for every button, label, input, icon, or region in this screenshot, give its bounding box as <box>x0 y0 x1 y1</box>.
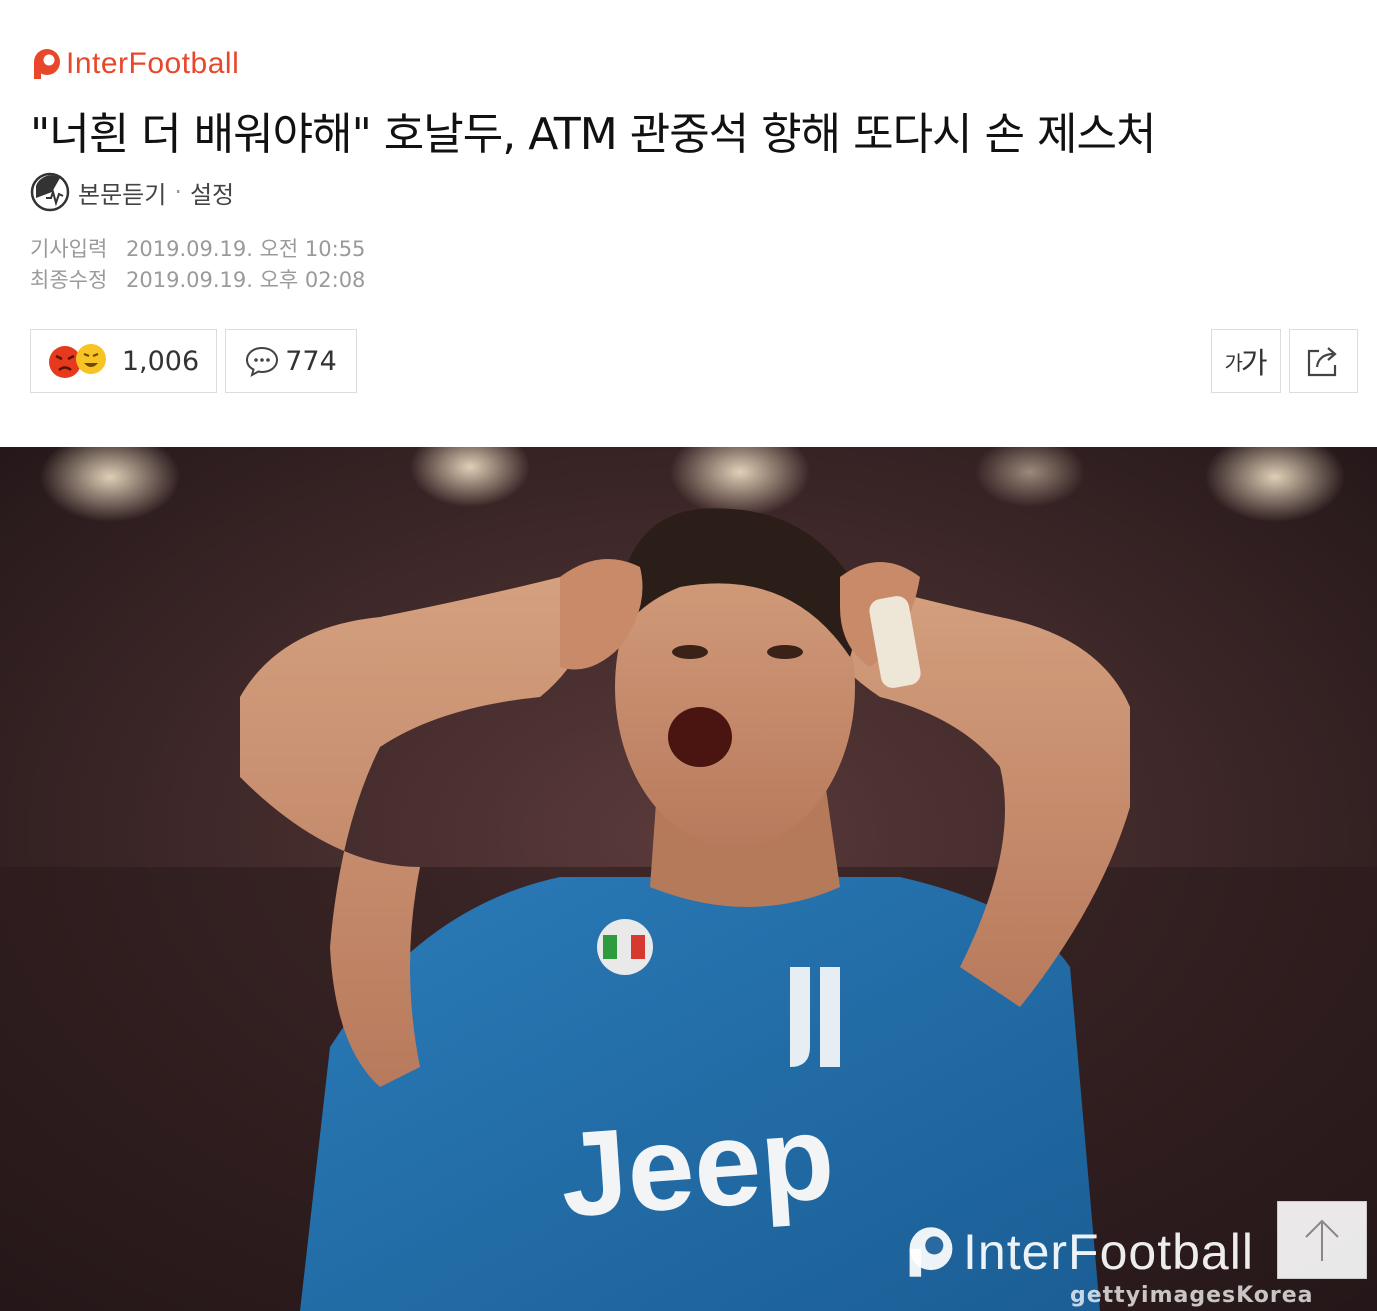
photo-illustration: Jeep <box>0 447 1377 1311</box>
brand-name: InterFootball <box>66 47 240 80</box>
modified-row: 최종수정 2019.09.19. 오후 02:08 <box>30 265 365 296</box>
reaction-count: 1,006 <box>121 345 200 377</box>
tts-separator: · <box>174 178 182 206</box>
photo-watermark: InterFootball <box>903 1223 1254 1281</box>
article-headline: "너흰 더 배워야해" 호날두, ATM 관중석 향해 또다시 손 제스처 <box>30 109 1156 160</box>
photo-credit: gettyimagesKorea <box>1070 1283 1314 1308</box>
published-row: 기사입력 2019.09.19. 오전 10:55 <box>30 234 365 265</box>
share-icon <box>1307 347 1337 377</box>
angry-face-icon <box>48 346 81 378</box>
interfootball-logo-icon <box>34 49 60 79</box>
reaction-emoji-icons <box>48 344 106 378</box>
tts-bar: 본문듣기 · 설정 <box>30 172 234 212</box>
article-photo: Jeep InterFootball gettyimagesKorea <box>0 447 1377 1311</box>
share-button[interactable] <box>1289 329 1358 393</box>
comment-count: 774 <box>285 345 337 377</box>
scroll-to-top-button[interactable] <box>1277 1201 1367 1279</box>
tts-settings-button[interactable]: 설정 <box>190 175 234 210</box>
watermark-logo-icon <box>909 1227 953 1277</box>
font-big-glyph: 가 <box>1240 346 1268 380</box>
published-label: 기사입력 <box>30 237 108 261</box>
font-size-button[interactable]: 가가 <box>1211 329 1281 393</box>
modified-label: 최종수정 <box>30 268 108 292</box>
brand-logo[interactable]: InterFootball <box>30 44 239 84</box>
comment-bubble-icon <box>246 346 279 377</box>
listen-icon[interactable] <box>30 172 70 212</box>
watermark-text: InterFootball <box>963 1224 1254 1280</box>
laughing-face-icon <box>75 344 106 374</box>
arrow-up-icon <box>1305 1219 1339 1261</box>
tts-listen-button[interactable]: 본문듣기 <box>78 175 166 210</box>
reaction-button[interactable]: 1,006 <box>30 329 217 393</box>
modified-date: 2019.09.19. 오후 02:08 <box>126 268 366 292</box>
article-header: InterFootball "너흰 더 배워야해" 호날두, ATM 관중석 향… <box>0 0 1377 447</box>
comment-button[interactable]: 774 <box>225 329 357 393</box>
published-date: 2019.09.19. 오전 10:55 <box>126 237 366 261</box>
jersey-text: Jeep <box>556 1090 838 1243</box>
article-dates: 기사입력 2019.09.19. 오전 10:55 최종수정 2019.09.19.… <box>30 234 365 296</box>
